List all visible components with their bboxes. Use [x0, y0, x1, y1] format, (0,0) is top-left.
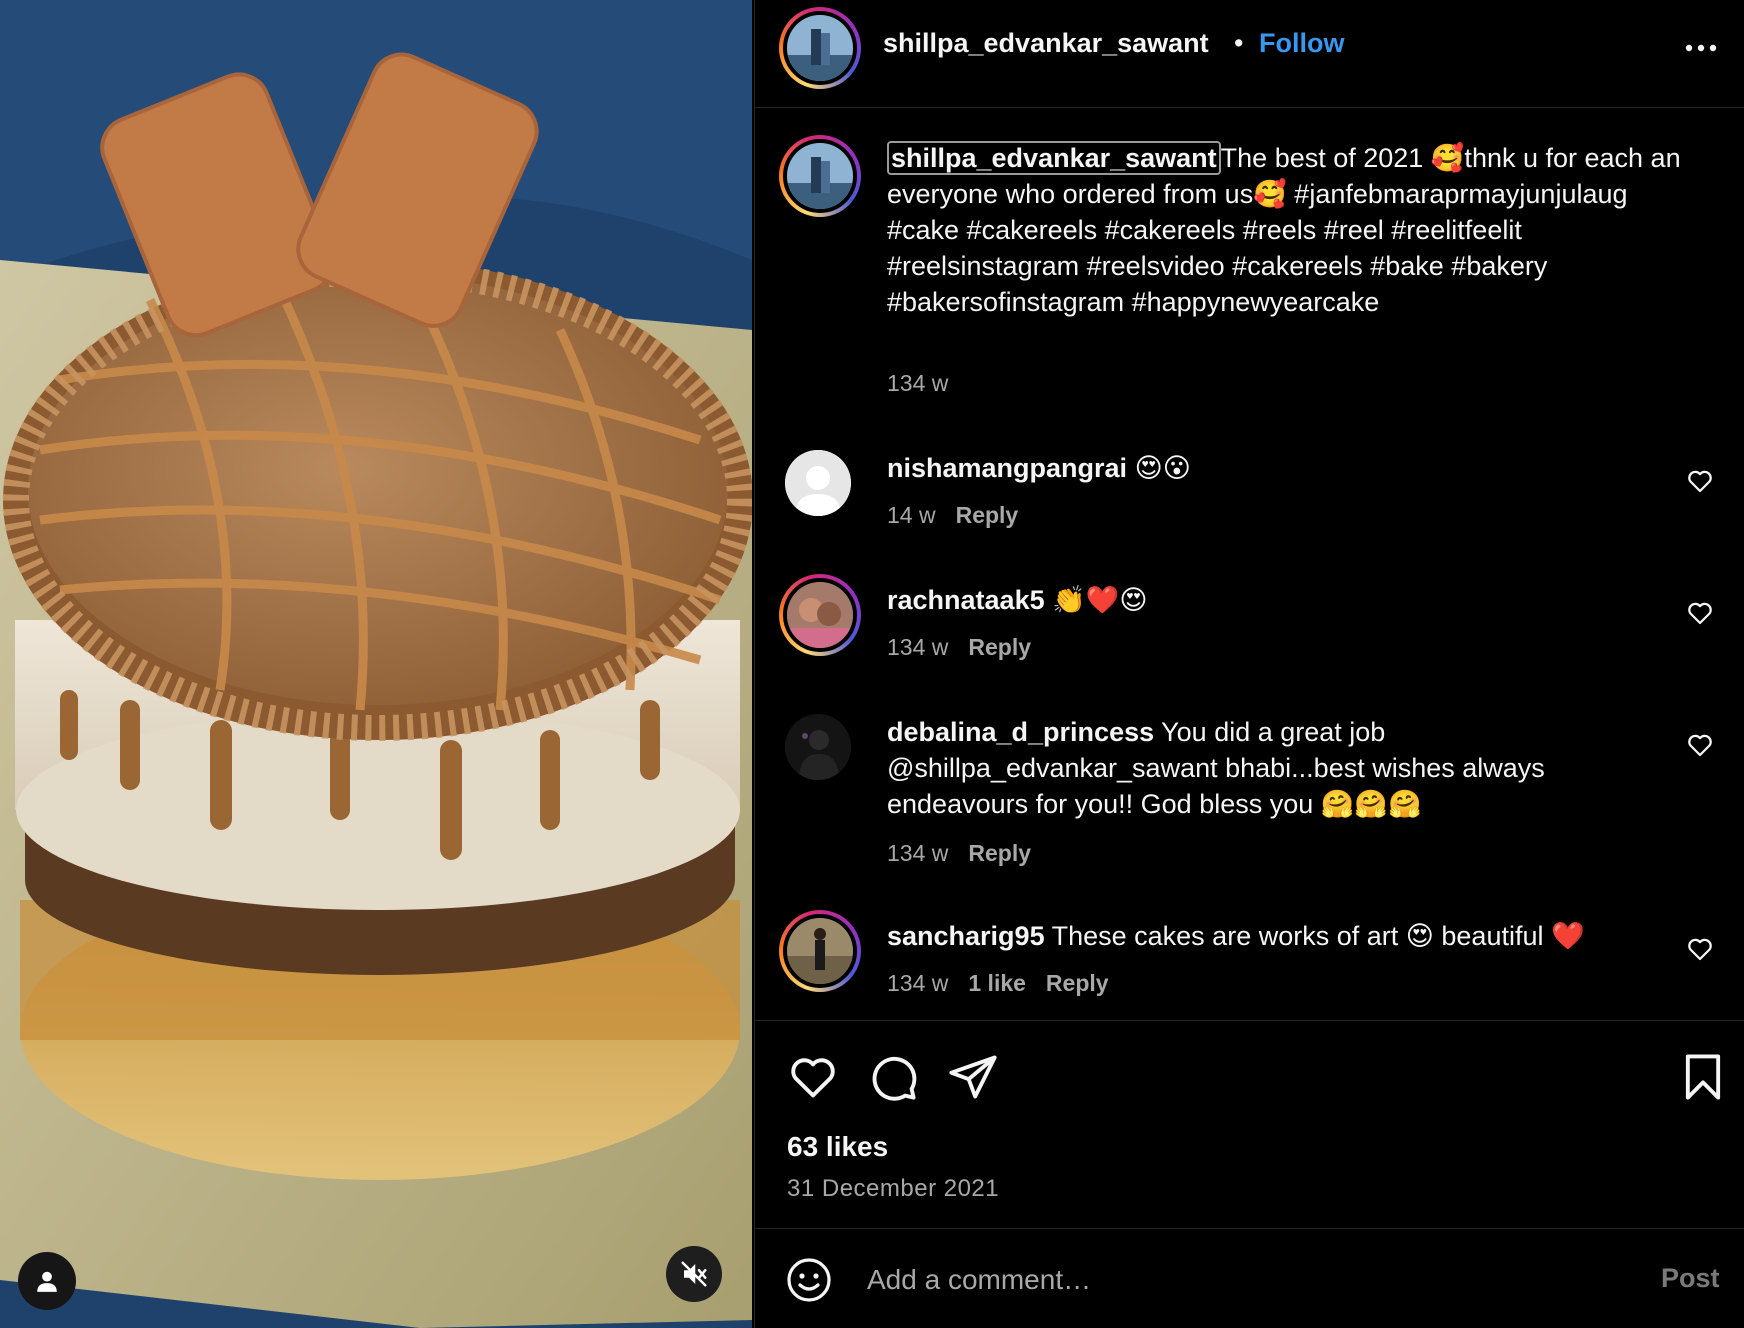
comment-meta: 134 w Reply: [887, 840, 1051, 867]
comment-avatar[interactable]: [779, 910, 861, 992]
comment-username[interactable]: sancharig95: [887, 921, 1045, 951]
reply-button[interactable]: Reply: [968, 840, 1031, 866]
comment-body: 👏❤️😍: [1052, 585, 1148, 615]
heart-icon[interactable]: [787, 1051, 839, 1103]
smiley-icon[interactable]: [785, 1256, 833, 1304]
comment-body: 😍😮: [1134, 453, 1191, 483]
comment-username[interactable]: debalina_d_princess: [887, 717, 1154, 747]
heart-icon[interactable]: [1685, 466, 1715, 496]
caption-avatar[interactable]: [779, 135, 861, 217]
comment-time[interactable]: 134 w: [887, 970, 948, 996]
comment-avatar[interactable]: [785, 714, 851, 780]
comment-bubble-icon[interactable]: [867, 1051, 919, 1103]
more-horizontal-icon[interactable]: [1681, 28, 1721, 68]
cake-photo: [0, 0, 752, 1328]
author-avatar[interactable]: [779, 7, 861, 89]
speaker-muted-icon: [681, 1261, 707, 1287]
post-header: shillpa_edvankar_sawant • Follow: [755, 0, 1744, 108]
comment-body: These cakes are works of art 😍 beautiful…: [1051, 921, 1585, 951]
post-actions: 63 likes 31 December 2021: [755, 1020, 1744, 1230]
comment-like-count[interactable]: 1 like: [968, 970, 1026, 996]
comment-username[interactable]: nishamangpangrai: [887, 453, 1127, 483]
bookmark-icon[interactable]: [1677, 1051, 1729, 1103]
heart-icon[interactable]: [1685, 598, 1715, 628]
post-media[interactable]: [0, 0, 752, 1328]
reply-button[interactable]: Reply: [968, 634, 1031, 660]
comment-input[interactable]: [867, 1255, 1547, 1305]
comment-time[interactable]: 14 w: [887, 502, 936, 528]
person-icon: [37, 1271, 57, 1292]
comment-text: rachnataak5 👏❤️😍: [887, 582, 1647, 618]
comment-time[interactable]: 134 w: [887, 634, 948, 660]
add-comment-bar: Post: [755, 1228, 1744, 1328]
user-tag-button[interactable]: [18, 1252, 76, 1310]
post-date: 31 December 2021: [787, 1175, 1000, 1202]
comment-text: sancharig95 These cakes are works of art…: [887, 918, 1647, 954]
likes-count[interactable]: 63 likes: [787, 1131, 888, 1163]
mute-button[interactable]: [666, 1246, 722, 1302]
caption-timestamp[interactable]: 134 w: [887, 370, 948, 397]
heart-icon[interactable]: [1685, 934, 1715, 964]
comment-meta: 134 w Reply: [887, 634, 1051, 661]
comment-avatar[interactable]: [779, 574, 861, 656]
author-username[interactable]: shillpa_edvankar_sawant: [883, 28, 1209, 59]
comment-meta: 134 w 1 like Reply: [887, 970, 1129, 997]
comment-username[interactable]: rachnataak5: [887, 585, 1045, 615]
post-button[interactable]: Post: [1661, 1263, 1720, 1294]
caption-text: shillpa_edvankar_sawant The best of 2021 …: [887, 140, 1707, 320]
heart-icon[interactable]: [1685, 730, 1715, 760]
comment-text: debalina_d_princess You did a great job …: [887, 714, 1647, 822]
comment-time[interactable]: 134 w: [887, 840, 948, 866]
caption-username[interactable]: shillpa_edvankar_sawant: [887, 141, 1221, 175]
comment-avatar[interactable]: [785, 450, 851, 516]
post-panel: shillpa_edvankar_sawant • Follow shillpa…: [754, 0, 1744, 1328]
reply-button[interactable]: Reply: [1046, 970, 1109, 996]
comment-text: nishamangpangrai 😍😮: [887, 450, 1647, 486]
comment-meta: 14 w Reply: [887, 502, 1038, 529]
paper-plane-icon[interactable]: [947, 1051, 999, 1103]
reply-button[interactable]: Reply: [956, 502, 1019, 528]
follow-button[interactable]: Follow: [1259, 28, 1344, 59]
separator-dot: •: [1234, 28, 1244, 58]
